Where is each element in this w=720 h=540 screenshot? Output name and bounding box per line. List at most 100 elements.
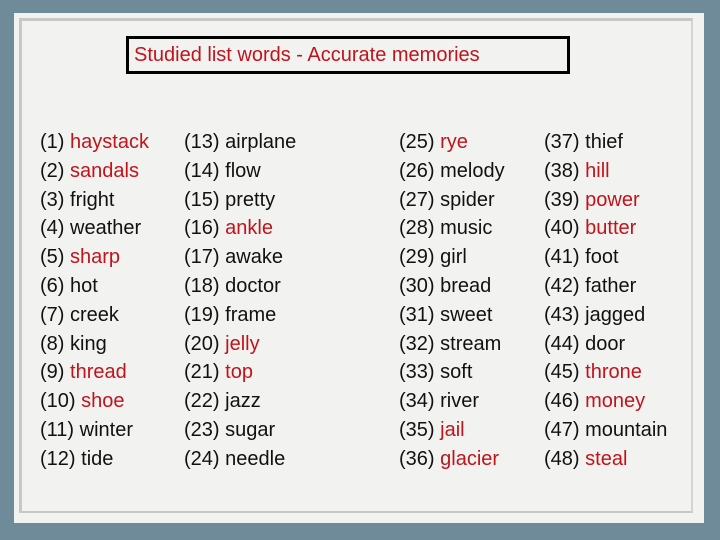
word-list-item: (48) steal [544,445,667,474]
highlighted-word: top [225,361,253,384]
word: flow [225,159,261,182]
word: hot [70,274,98,297]
item-number: (45) [544,361,580,384]
item-number: (18) [184,274,220,297]
word: spider [440,188,495,211]
item-number: (8) [40,332,65,355]
word-list-item: (7) creek [40,301,149,330]
word-column-4: (37) thief (38) hill (39) power (40) butter… [544,128,667,474]
word-list-item: (23) sugar [184,416,296,445]
item-number: (15) [184,188,220,211]
item-number: (6) [40,274,65,297]
word-list-item: (11) winter [40,416,149,445]
item-number: (35) [399,418,435,441]
highlighted-word: ankle [225,217,273,240]
item-number: (34) [399,390,435,413]
word: father [585,274,637,297]
word-list-item: (2) sandals [40,157,149,186]
word-list-item: (37) thief [544,128,667,157]
item-number: (31) [399,303,435,326]
item-number: (23) [184,418,220,441]
word: pretty [225,188,276,211]
word: bread [440,274,492,297]
word-list-item: (10) shoe [40,387,149,416]
word-column-1: (1) haystack (2) sandals (3) fright (4) wea… [40,128,149,474]
word-list-item: (39) power [544,186,667,215]
item-number: (17) [184,246,220,269]
word-list-item: (27) spider [399,186,505,215]
word: jazz [225,390,261,413]
highlighted-word: haystack [70,131,149,153]
word-list-item: (35) jail [399,416,505,445]
highlighted-word: butter [585,217,637,240]
word: river [440,390,480,413]
word: winter [79,418,134,441]
item-number: (26) [399,159,435,182]
word-list-item: (24) needle [184,445,296,474]
word-list-item: (6) hot [40,272,149,301]
highlighted-word: throne [585,361,642,384]
highlighted-word: hill [585,159,610,182]
item-number: (47) [544,418,580,441]
word-list-item: (15) pretty [184,186,296,215]
word-list-item: (20) jelly [184,330,296,359]
word-list-item: (13) airplane [184,128,296,157]
word: sugar [225,418,276,441]
item-number: (38) [544,159,580,182]
word-list-item: (47) mountain [544,416,667,445]
word-list-item: (4) weather [40,214,149,243]
word: weather [70,217,142,240]
item-number: (3) [40,188,65,211]
item-number: (29) [399,246,435,269]
word-column-3: (25) rye (26) melody (27) spider (28) music… [399,128,505,474]
item-number: (40) [544,217,580,240]
highlighted-word: steal [585,447,628,470]
item-number: (25) [399,131,435,153]
word: tide [81,447,114,470]
item-number: (22) [184,390,220,413]
word-list-item: (18) doctor [184,272,296,301]
item-number: (24) [184,447,220,470]
word-list-item: (25) rye [399,128,505,157]
word: king [70,332,107,355]
highlighted-word: shoe [81,390,125,413]
word-list-item: (45) throne [544,358,667,387]
word: creek [70,303,119,326]
word-list-item: (32) stream [399,330,505,359]
word: awake [225,246,283,269]
highlighted-word: thread [70,361,127,384]
word: mountain [585,418,668,441]
word: jagged [585,303,646,326]
word-list-item: (26) melody [399,157,505,186]
word-list-item: (41) foot [544,243,667,272]
word-list-item: (42) father [544,272,667,301]
highlighted-word: rye [440,131,468,153]
highlighted-word: jelly [225,332,260,355]
word: sweet [440,303,493,326]
item-number: (42) [544,274,580,297]
word-list-item: (36) glacier [399,445,505,474]
word-list-item: (22) jazz [184,387,296,416]
item-number: (46) [544,390,580,413]
item-number: (37) [544,131,580,153]
word-list-item: (16) ankle [184,214,296,243]
item-number: (10) [40,390,76,413]
item-number: (32) [399,332,435,355]
word: melody [440,159,505,182]
item-number: (14) [184,159,220,182]
highlighted-word: sharp [70,246,121,269]
word-list-item: (43) jagged [544,301,667,330]
highlighted-word: jail [440,418,465,441]
item-number: (11) [40,418,75,441]
word: fright [70,188,115,211]
title-box: Studied list words - Accurate memories [126,36,570,74]
word-list-item: (5) sharp [40,243,149,272]
word-list-item: (38) hill [544,157,667,186]
item-number: (41) [544,246,580,269]
word-list-item: (31) sweet [399,301,505,330]
word-list-item: (29) girl [399,243,505,272]
word-list-item: (14) flow [184,157,296,186]
word: music [440,217,493,240]
word-list-item: (34) river [399,387,505,416]
item-number: (36) [399,447,435,470]
